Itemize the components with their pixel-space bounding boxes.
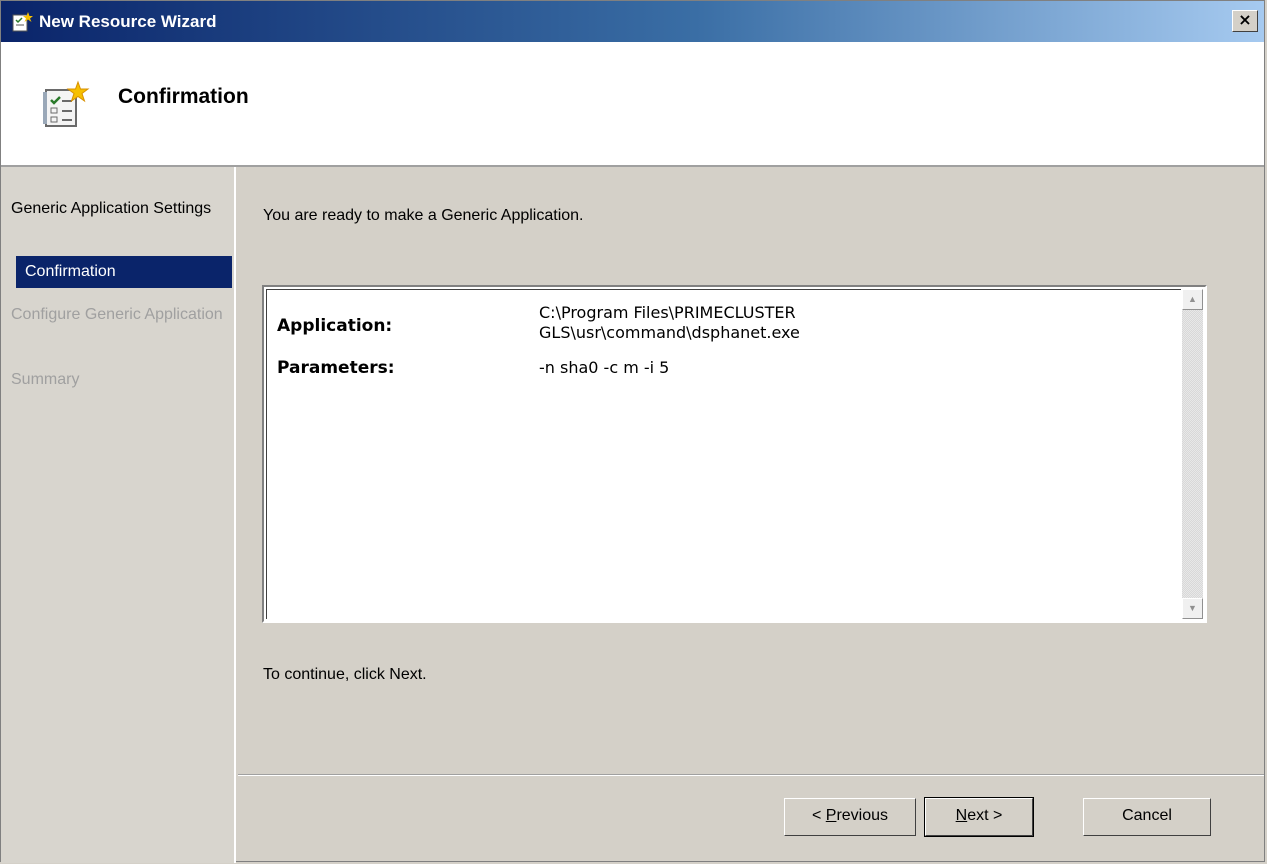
application-value-line1: C:\Program Files\PRIMECLUSTER bbox=[539, 303, 796, 322]
previous-rest: revious bbox=[836, 807, 889, 824]
arrow-down-icon[interactable]: ▼ bbox=[1182, 598, 1203, 619]
wizard-header: Confirmation bbox=[1, 42, 1264, 167]
previous-prefix: < bbox=[811, 807, 826, 824]
nav-item-configure-generic-application: Configure Generic Application bbox=[11, 306, 223, 323]
wizard-step-nav: Generic Application Settings Confirmatio… bbox=[1, 167, 236, 863]
nav-item-confirmation[interactable]: Confirmation bbox=[16, 256, 232, 288]
wizard-window: New Resource Wizard × Confirmation Gener… bbox=[0, 0, 1265, 863]
next-accel: N bbox=[955, 807, 968, 824]
vertical-scrollbar[interactable]: ▲ ▼ bbox=[1182, 289, 1203, 619]
parameters-label: Parameters: bbox=[277, 358, 395, 378]
window-title: New Resource Wizard bbox=[39, 11, 217, 31]
nav-item-generic-application-settings[interactable]: Generic Application Settings bbox=[11, 198, 233, 219]
intro-text: You are ready to make a Generic Applicat… bbox=[263, 207, 584, 224]
application-label: Application: bbox=[277, 316, 393, 336]
button-divider bbox=[238, 774, 1264, 776]
application-value-line2: GLS\usr\command\dsphanet.exe bbox=[539, 323, 800, 342]
previous-button[interactable]: < Previous bbox=[784, 798, 916, 836]
wizard-icon bbox=[12, 11, 33, 31]
cancel-button[interactable]: Cancel bbox=[1083, 798, 1211, 836]
nav-item-summary: Summary bbox=[11, 371, 80, 388]
summary-text-box[interactable]: Application: C:\Program Files\PRIMECLUST… bbox=[262, 285, 1207, 623]
next-rest: ext > bbox=[967, 807, 1003, 824]
next-button[interactable]: Next > bbox=[924, 797, 1034, 837]
previous-accel: P bbox=[825, 807, 837, 824]
wizard-checklist-icon bbox=[43, 80, 90, 127]
arrow-up-icon[interactable]: ▲ bbox=[1182, 289, 1203, 310]
page-title: Confirmation bbox=[118, 85, 249, 108]
title-bar[interactable]: New Resource Wizard × bbox=[1, 1, 1264, 42]
parameters-value: -n sha0 -c m -i 5 bbox=[539, 358, 670, 377]
continue-text: To continue, click Next. bbox=[263, 666, 427, 683]
summary-content: Application: C:\Program Files\PRIMECLUST… bbox=[266, 289, 1181, 619]
close-button[interactable]: × bbox=[1232, 10, 1258, 32]
